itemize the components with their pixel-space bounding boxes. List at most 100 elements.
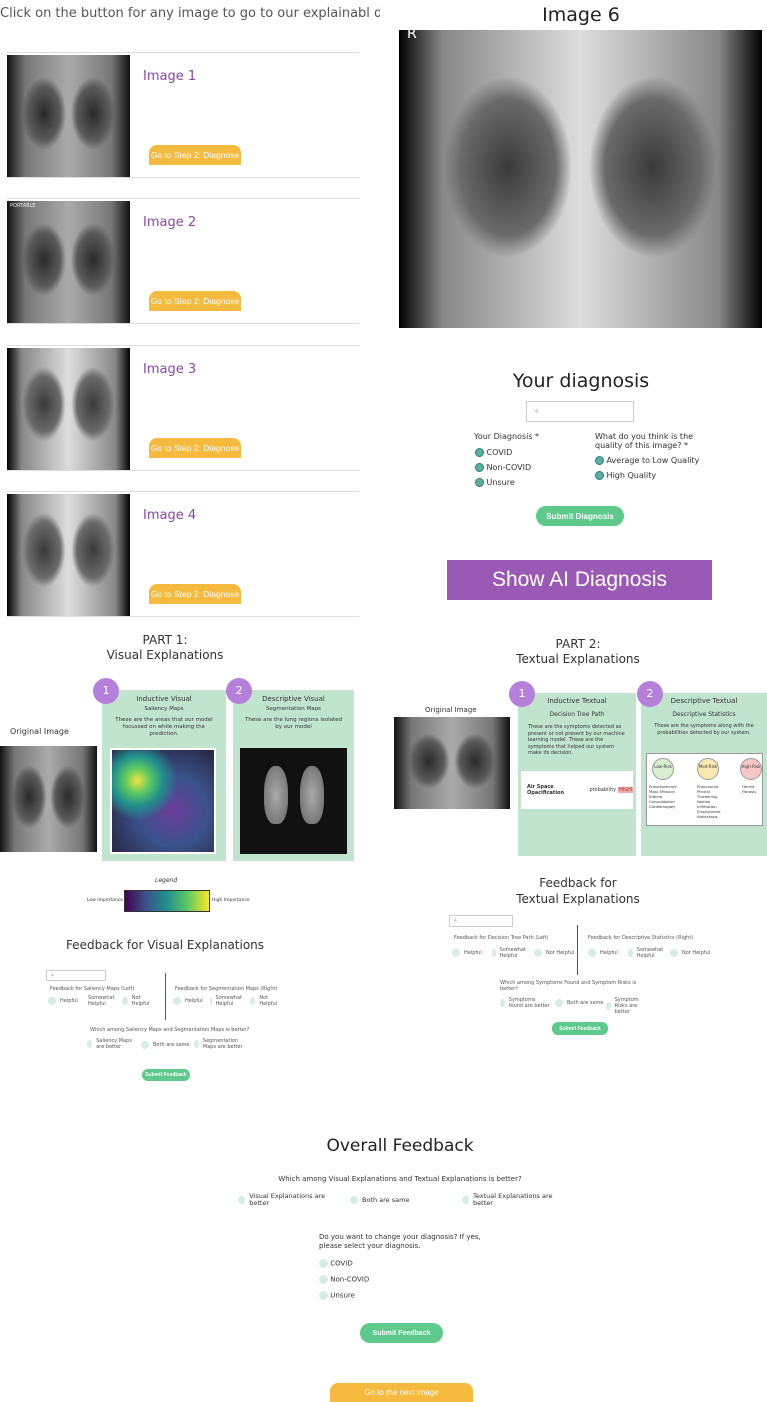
option-somewhat-helpful: Somewhat Helpful [84, 995, 114, 1007]
option-label: Symptoms found are better [508, 997, 550, 1009]
part2-title: PART 2: [555, 637, 601, 651]
option-helpful: Helpful [48, 997, 78, 1005]
option-textual-better: Textual Explanations are better [462, 1193, 562, 1207]
radio-unsure[interactable] [319, 1291, 328, 1300]
xray-thumbnail[interactable] [7, 348, 130, 470]
go-to-step2-button[interactable]: Go to Step 2: Diagnose [149, 438, 241, 458]
overall-q2: Do you want to change your diagnosis? If… [319, 1233, 481, 1250]
inductive-textual-panel: Inductive Textual Decision Tree Path The… [518, 693, 636, 856]
option-label: Saliency Maps are better [96, 1038, 132, 1050]
option-symptom-risks-better: Symptom Risks are better [606, 997, 652, 1015]
step-badge: 1 [509, 681, 535, 707]
radio[interactable] [122, 997, 128, 1005]
show-ai-diagnosis-button[interactable]: Show AI Diagnosis [447, 560, 712, 600]
diagnosis-input[interactable] [526, 401, 634, 422]
xray-marker: R [407, 26, 417, 42]
submit-diagnosis-button[interactable]: Submit Diagnosis [536, 506, 624, 526]
radio[interactable] [250, 997, 256, 1005]
radio[interactable] [87, 1040, 93, 1048]
quality-label: What do you think is the quality of this… [595, 432, 694, 450]
radio[interactable] [670, 949, 678, 957]
image6-title: Image 6 [542, 4, 620, 26]
option-both-same: Both are same [555, 999, 604, 1007]
feedback-visual-title: Feedback for Visual Explanations [65, 938, 265, 952]
option-label: Segmentation Maps are better [202, 1038, 243, 1050]
option-label: Symptom Risks are better [614, 997, 639, 1015]
panel-desc: These are the symptoms along with the pr… [654, 723, 754, 736]
radio[interactable] [350, 1196, 358, 1204]
xray-thumbnail[interactable] [7, 55, 130, 177]
radio[interactable] [210, 997, 212, 1005]
go-to-step2-button[interactable]: Go to Step 2: Diagnose [149, 145, 241, 165]
radio-covid[interactable] [475, 448, 484, 457]
option-label: Both are same [362, 1196, 410, 1204]
submit-visual-feedback-button[interactable]: Submit Feedback [142, 1069, 190, 1081]
radio-low-quality[interactable] [595, 456, 604, 465]
panel-desc: These are the lung regions isolated by o… [244, 717, 343, 730]
diagnosis-label: Your Diagnosis * [474, 432, 540, 441]
radio[interactable] [606, 1002, 611, 1010]
radio[interactable] [462, 1196, 470, 1204]
step-badge: 2 [637, 681, 663, 707]
radio[interactable] [173, 997, 181, 1005]
option-label: Visual Explanations are better [249, 1192, 326, 1207]
xray-overlay-text: PORTABLE [10, 203, 36, 209]
xray-thumbnail[interactable] [7, 201, 130, 323]
feedback-textual-input[interactable] [449, 915, 513, 927]
radio[interactable] [492, 949, 496, 957]
finding-name: Air Space Opacification [527, 784, 565, 796]
radio[interactable] [588, 949, 596, 957]
radio[interactable] [238, 1196, 246, 1204]
go-to-step2-button[interactable]: Go to Step 2: Diagnose [149, 584, 241, 604]
radio-covid[interactable] [319, 1259, 328, 1268]
panel-subtitle: Decision Tree Path [549, 711, 605, 718]
main-xray-image: R [399, 26, 762, 328]
xray-thumbnail[interactable] [7, 494, 130, 616]
radio-high-quality[interactable] [595, 471, 604, 480]
image-card: Image 4 Go to Step 2: Diagnose [7, 491, 359, 617]
med-risk-items: Pneumonia Pleural Thickening Nodule Infi… [697, 784, 721, 819]
option-label: Somewhat Helpful [215, 995, 242, 1007]
go-to-step2-button[interactable]: Go to Step 2: Diagnose [149, 291, 241, 311]
radio[interactable] [628, 949, 633, 957]
radio[interactable] [452, 949, 460, 957]
panel-desc: These are the areas that our model focus… [115, 717, 213, 737]
submit-overall-feedback-button[interactable]: Submit Feedback [360, 1323, 443, 1343]
panel-subtitle: Segmentation Maps [266, 706, 321, 712]
submit-textual-feedback-button[interactable]: Submit Feedback [552, 1022, 608, 1035]
probability-label: probability [589, 787, 617, 793]
saliency-map [110, 748, 216, 854]
option-somewhat-helpful: Somewhat Helpful [210, 995, 242, 1007]
segmentation-feedback-label: Feedback for Segmentation Maps (Right) [175, 986, 278, 992]
original-image-label: Original Image [425, 706, 477, 714]
option-label: Unsure [330, 1291, 355, 1300]
step-badge: 1 [93, 678, 119, 704]
high-risk-badge: High-Risk [740, 758, 762, 780]
radio[interactable] [500, 999, 505, 1007]
radio[interactable] [48, 997, 56, 1005]
radio-non-covid[interactable] [475, 463, 484, 472]
radio[interactable] [141, 1041, 149, 1049]
divider [577, 925, 578, 975]
radio[interactable] [534, 949, 542, 957]
descriptive-visual-panel: Descriptive Visual Segmentation Maps The… [233, 690, 354, 861]
next-image-button[interactable]: Go to the next image [330, 1383, 473, 1402]
panel-desc: These are the symptoms detected as prese… [528, 724, 625, 756]
legend-title: Legend [155, 877, 178, 884]
legend-colorbar [124, 890, 210, 912]
image-title: Image 4 [143, 508, 197, 523]
option-label: Non-COVID [486, 463, 532, 472]
radio-unsure[interactable] [475, 478, 484, 487]
probability-value: HIGH [618, 787, 633, 793]
panel-subtitle: Descriptive Statistics [672, 711, 736, 718]
radio[interactable] [194, 1040, 199, 1048]
option-label: Both are same [567, 1000, 604, 1006]
feedback-visual-input[interactable] [46, 970, 106, 981]
option-label: Not Helpful [682, 950, 711, 956]
part2-subtitle: Textual Explanations [516, 652, 640, 666]
intro-text: Click on the button for any image to go … [0, 6, 380, 21]
option-label: COVID [330, 1259, 353, 1268]
radio-non-covid[interactable] [319, 1275, 328, 1284]
option-label: COVID [486, 448, 513, 457]
radio[interactable] [555, 999, 563, 1007]
